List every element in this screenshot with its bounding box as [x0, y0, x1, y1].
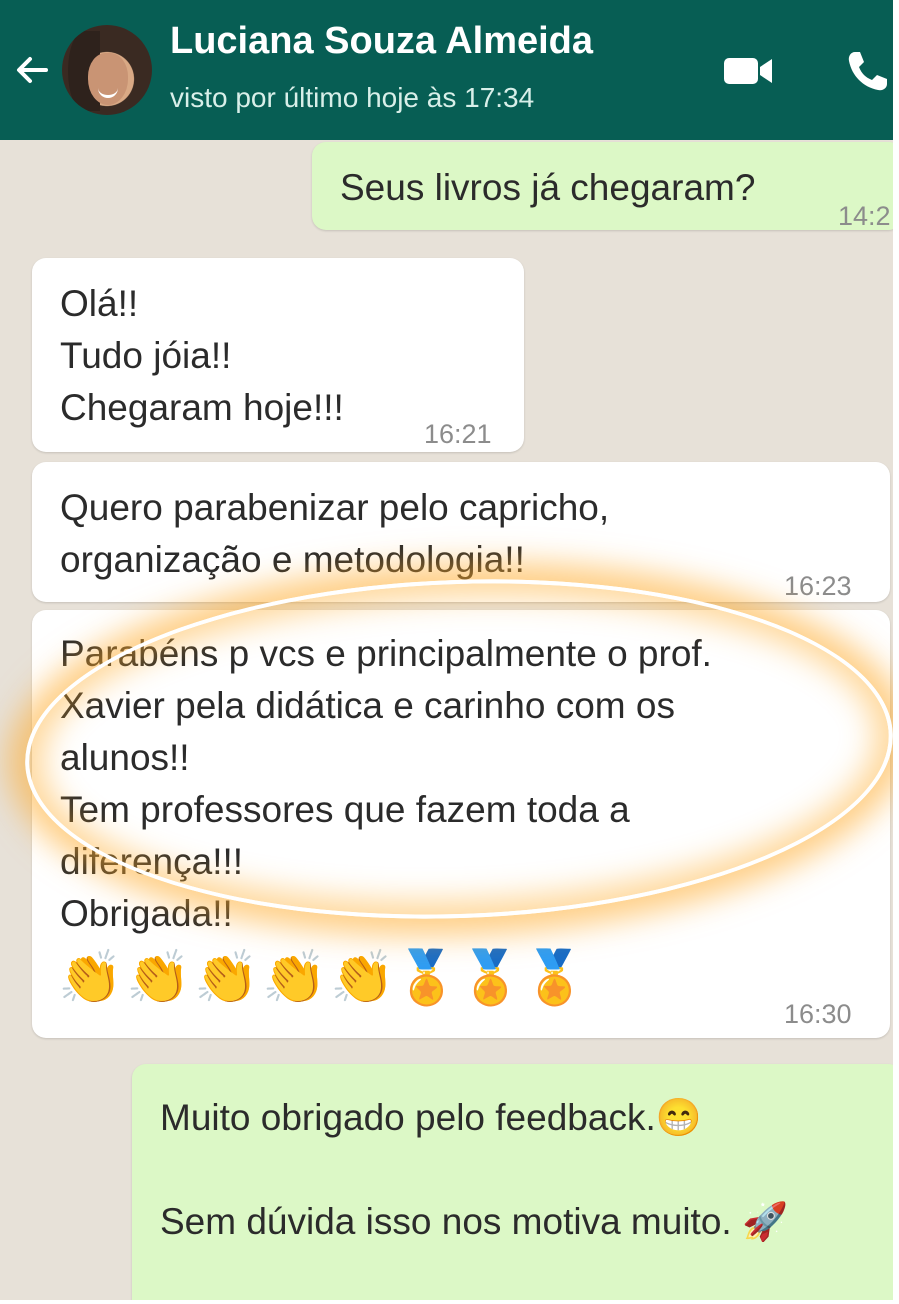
clapping-hands-emoji: 👏	[126, 949, 191, 1007]
medal-emoji: 🏅	[522, 949, 587, 1007]
message-bubble-outgoing[interactable]: Muito obrigado pelo feedback.😁 Sem dúvid…	[132, 1064, 893, 1300]
message-time: 16:30	[784, 999, 852, 1029]
screenshot-edge	[893, 0, 899, 1304]
message-text: alunos!!	[60, 737, 190, 778]
message-text: organização e metodologia!!	[60, 539, 525, 580]
chat-header: Luciana Souza Almeida visto por último h…	[0, 0, 893, 140]
avatar[interactable]	[62, 25, 152, 115]
message-text: Muito obrigado pelo feedback.😁	[160, 1097, 702, 1138]
clapping-hands-emoji: 👏	[262, 949, 327, 1007]
message-text: Quero parabenizar pelo capricho,	[60, 487, 610, 528]
last-seen-status: visto por último hoje às 17:34	[170, 82, 535, 113]
clapping-hands-emoji: 👏	[58, 949, 123, 1007]
message-bubble-incoming[interactable]: Olá!! Tudo jóia!! Chegaram hoje!!! 16:21	[32, 258, 524, 452]
message-text: Sem dúvida isso nos motiva muito. 🚀	[160, 1201, 789, 1242]
chat-area[interactable]: Seus livros já chegaram? 14:2 Olá!! Tudo…	[0, 140, 893, 1300]
phone-icon[interactable]	[843, 48, 891, 96]
arrow-left-icon[interactable]	[12, 50, 52, 90]
message-time: 16:23	[784, 571, 852, 601]
message-text: Tudo jóia!!	[60, 335, 232, 376]
message-text: diferença!!!	[60, 841, 244, 882]
medal-emoji: 🏅	[458, 949, 523, 1007]
clapping-hands-emoji: 👏	[330, 949, 395, 1007]
message-bubble-incoming[interactable]: Quero parabenizar pelo capricho, organiz…	[32, 462, 890, 602]
message-text: Tem professores que fazem toda a	[60, 789, 630, 830]
message-text	[160, 1144, 893, 1196]
message-text: Olá!!	[60, 283, 139, 324]
clapping-hands-emoji: 👏	[194, 949, 259, 1007]
message-text: Parabéns p vcs e principalmente o prof.	[60, 633, 712, 674]
message-time: 14:2	[838, 201, 891, 231]
message-bubble-outgoing[interactable]: Seus livros já chegaram? 14:2	[312, 142, 893, 231]
message-time: 16:21	[424, 419, 492, 449]
message-text: Obrigada!!	[60, 893, 233, 934]
medal-emoji: 🏅	[394, 949, 459, 1007]
contact-name[interactable]: Luciana Souza Almeida	[170, 20, 593, 63]
message-text: Seus livros já chegaram?	[340, 167, 756, 208]
video-camera-icon[interactable]	[722, 54, 774, 88]
message-text: Xavier pela didática e carinho com os	[60, 685, 675, 726]
